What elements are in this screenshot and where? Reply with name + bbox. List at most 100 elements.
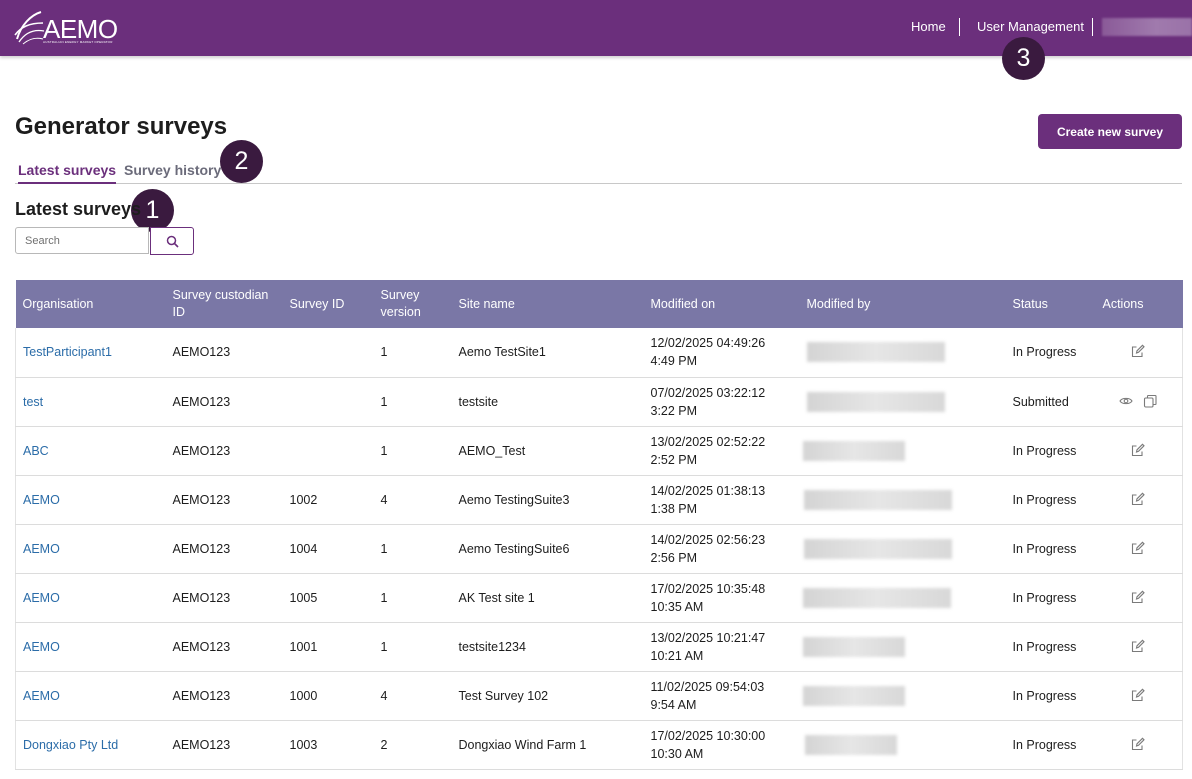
cell-status: In Progress — [1012, 541, 1077, 556]
cell-modified-by — [800, 475, 1006, 524]
cell-custodian-id: AEMO123 — [172, 394, 231, 409]
row-actions — [1103, 688, 1183, 704]
create-new-survey-button[interactable]: Create new survey — [1038, 114, 1182, 149]
organisation-link[interactable]: AEMO — [23, 689, 60, 703]
cell-survey-id: 1005 — [289, 590, 318, 605]
cell-modified-on: 17/02/2025 10:35:48 10:35 AM — [650, 581, 766, 614]
cell-actions — [1096, 671, 1183, 720]
cell-custodian-id: AEMO123 — [172, 737, 231, 752]
column-header-status[interactable]: Status — [1006, 280, 1096, 328]
table-row: AEMO AEMO123 1000 4 Test Survey 102 11/02/202… — [15, 671, 1183, 720]
tab-survey-history[interactable]: Survey history — [124, 162, 221, 182]
organisation-link[interactable]: AEMO — [23, 591, 60, 605]
nav-user-management-link[interactable]: User Management — [977, 19, 1084, 34]
cell-survey-version: 1 — [380, 345, 388, 360]
table-row: Dongxiao Pty Ltd AEMO123 1003 2 Dongxiao Win… — [15, 720, 1183, 769]
cell-site-name: Test Survey 102 — [458, 688, 549, 703]
edit-icon[interactable] — [1131, 344, 1147, 360]
cell-survey-version: 4 — [380, 492, 388, 507]
edit-icon[interactable] — [1131, 737, 1147, 753]
organisation-link[interactable]: AEMO — [23, 542, 60, 556]
column-header-custodian-id[interactable]: Survey custodian ID — [166, 280, 283, 328]
table-row: test AEMO123 1 testsite 07/02/2025 03:22:12 … — [15, 377, 1183, 426]
edit-icon[interactable] — [1131, 492, 1147, 508]
edit-icon[interactable] — [1131, 590, 1147, 606]
redacted-user-name — [806, 342, 945, 363]
edit-icon[interactable] — [1131, 688, 1147, 704]
search-input[interactable] — [15, 227, 149, 254]
cell-survey-id — [283, 426, 374, 475]
nav-divider — [959, 18, 960, 36]
cell-organisation: AEMO — [16, 475, 166, 524]
organisation-link[interactable]: ABC — [23, 444, 49, 458]
eye-icon[interactable] — [1119, 394, 1135, 410]
cell-site-name: testsite — [458, 394, 499, 409]
cell-survey-id: 1003 — [289, 737, 318, 752]
organisation-link[interactable]: AEMO — [23, 640, 60, 654]
column-header-survey-version[interactable]: Survey version — [374, 280, 452, 328]
cell-status: In Progress — [1012, 345, 1077, 360]
table-row: AEMO AEMO123 1001 1 testsite1234 13/02/2025 1… — [15, 622, 1183, 671]
redacted-user-name — [802, 440, 905, 461]
cell-site-name: AK Test site 1 — [458, 590, 535, 605]
nav-home-link[interactable]: Home — [911, 19, 946, 34]
cell-organisation: test — [16, 377, 166, 426]
column-header-modified-by[interactable]: Modified by — [800, 280, 1006, 328]
cell-modified-on: 11/02/2025 09:54:03 9:54 AM — [650, 679, 765, 712]
table-row: AEMO AEMO123 1004 1 Aemo TestingSuite6 14/02/… — [15, 524, 1183, 573]
cell-site-name: AEMO_Test — [458, 443, 526, 458]
cell-actions — [1096, 524, 1183, 573]
cell-survey-version: 2 — [380, 737, 388, 752]
organisation-link[interactable]: AEMO — [23, 493, 60, 507]
column-header-site-name[interactable]: Site name — [452, 280, 644, 328]
cell-actions — [1096, 377, 1183, 426]
tab-latest-surveys[interactable]: Latest surveys — [18, 162, 117, 184]
user-account-menu[interactable] — [1102, 18, 1192, 36]
cell-modified-by — [800, 671, 1006, 720]
cell-modified-on: 13/02/2025 10:21:47 10:21 AM — [650, 630, 766, 663]
column-header-survey-id[interactable]: Survey ID — [283, 280, 374, 328]
row-actions — [1103, 394, 1183, 410]
redacted-user-name — [803, 489, 952, 510]
cell-survey-version: 1 — [380, 443, 388, 458]
edit-icon[interactable] — [1131, 443, 1147, 459]
redacted-user-name — [806, 391, 945, 412]
cell-site-name: Aemo TestingSuite6 — [458, 541, 570, 556]
cell-custodian-id: AEMO123 — [172, 443, 231, 458]
redacted-user-name — [802, 636, 905, 657]
cell-modified-by — [800, 426, 1006, 475]
edit-icon[interactable] — [1131, 541, 1147, 557]
logo-swirl-icon — [14, 11, 45, 45]
cell-organisation: AEMO — [16, 622, 166, 671]
cell-modified-on: 17/02/2025 10:30:00 10:30 AM — [650, 728, 766, 761]
organisation-link[interactable]: Dongxiao Pty Ltd — [23, 738, 118, 752]
organisation-link[interactable]: TestParticipant1 — [23, 345, 112, 359]
cell-modified-by — [800, 328, 1006, 377]
cell-organisation: TestParticipant1 — [16, 328, 166, 377]
column-header-organisation[interactable]: Organisation — [16, 280, 166, 328]
callout-badge-3: 3 — [1002, 37, 1045, 80]
cell-custodian-id: AEMO123 — [172, 639, 231, 654]
redacted-user-name — [804, 734, 897, 755]
cell-site-name: Aemo TestSite1 — [458, 345, 546, 360]
aemo-logo[interactable]: AEMO AUSTRALIAN ENERGY MARKET OPERATOR — [13, 9, 123, 47]
row-actions — [1103, 639, 1183, 655]
search-button[interactable] — [150, 227, 194, 255]
cell-organisation: AEMO — [16, 573, 166, 622]
cell-modified-by — [800, 377, 1006, 426]
survey-tabs: Latest surveys Survey history — [15, 158, 1182, 184]
cell-modified-on: 07/02/2025 03:22:12 3:22 PM — [650, 385, 766, 418]
cell-modified-on: 12/02/2025 04:49:26 4:49 PM — [650, 336, 766, 369]
nav-divider — [1092, 18, 1093, 36]
cell-site-name: Aemo TestingSuite3 — [458, 492, 570, 507]
row-actions — [1103, 737, 1183, 753]
cell-status: In Progress — [1012, 590, 1077, 605]
copy-icon[interactable] — [1143, 394, 1159, 410]
row-actions — [1103, 590, 1183, 606]
cell-site-name: Dongxiao Wind Farm 1 — [458, 737, 587, 752]
edit-icon[interactable] — [1131, 639, 1147, 655]
column-header-modified-on[interactable]: Modified on — [644, 280, 800, 328]
cell-status: Submitted — [1012, 394, 1069, 409]
organisation-link[interactable]: test — [23, 395, 43, 409]
cell-status: In Progress — [1012, 688, 1077, 703]
